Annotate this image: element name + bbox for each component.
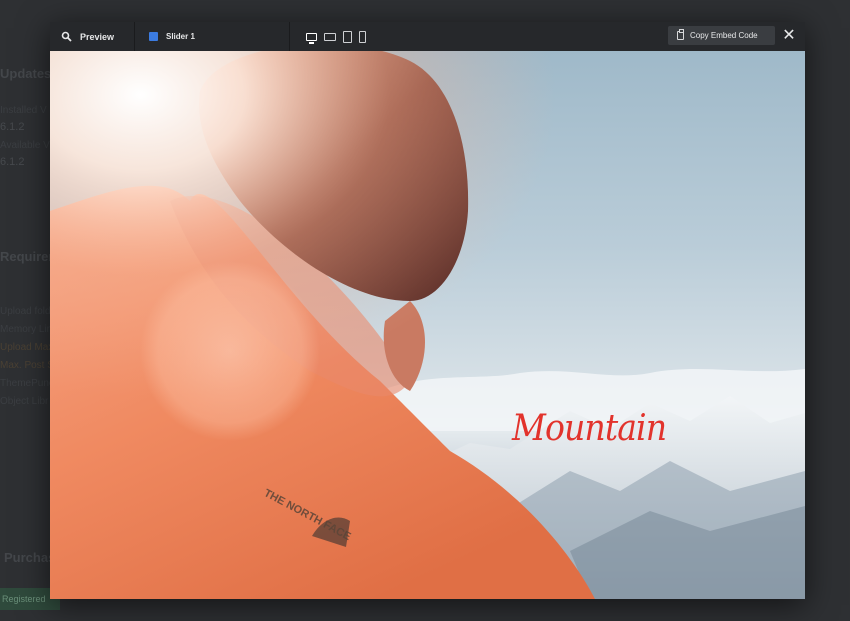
requirement-item: Memory Lim — [0, 324, 56, 335]
preview-tab[interactable]: Preview — [50, 22, 135, 51]
requirement-item: Upload Max — [0, 342, 54, 353]
updates-heading: Updates — [0, 66, 52, 81]
preview-modal: Preview Slider 1 Copy Embed Code ✕ THE N… — [50, 22, 805, 599]
slider-label: Slider 1 — [166, 32, 195, 41]
requirement-item: Upload fold — [0, 306, 51, 317]
slide-background-image — [50, 51, 805, 599]
preview-label: Preview — [80, 31, 115, 42]
available-version-label: Available V — [0, 140, 50, 151]
slider-selector[interactable]: Slider 1 — [135, 22, 290, 51]
available-version-value: 6.1.2 — [0, 156, 25, 168]
installed-version-value: 6.1.2 — [0, 121, 25, 133]
requirement-item: Object Libr — [0, 396, 49, 407]
tablet-icon[interactable] — [343, 30, 352, 43]
phone-icon[interactable] — [359, 30, 366, 43]
slide-caption: Mountain — [512, 408, 667, 449]
installed-version-label: Installed V — [0, 105, 47, 116]
requirement-item: Max. Post S — [0, 360, 54, 371]
copy-embed-code-label: Copy Embed Code — [690, 31, 758, 40]
desktop-icon[interactable] — [306, 32, 317, 44]
clipboard-icon — [677, 29, 684, 40]
search-icon — [61, 31, 72, 42]
slider-icon — [149, 32, 158, 41]
laptop-icon[interactable] — [324, 32, 336, 41]
device-switcher — [306, 30, 366, 44]
copy-embed-code-button[interactable]: Copy Embed Code — [668, 26, 775, 45]
modal-toolbar: Preview Slider 1 Copy Embed Code ✕ — [50, 22, 805, 51]
close-icon[interactable]: ✕ — [781, 27, 797, 45]
slide-preview: THE NORTH FACE Mountain — [50, 51, 805, 599]
